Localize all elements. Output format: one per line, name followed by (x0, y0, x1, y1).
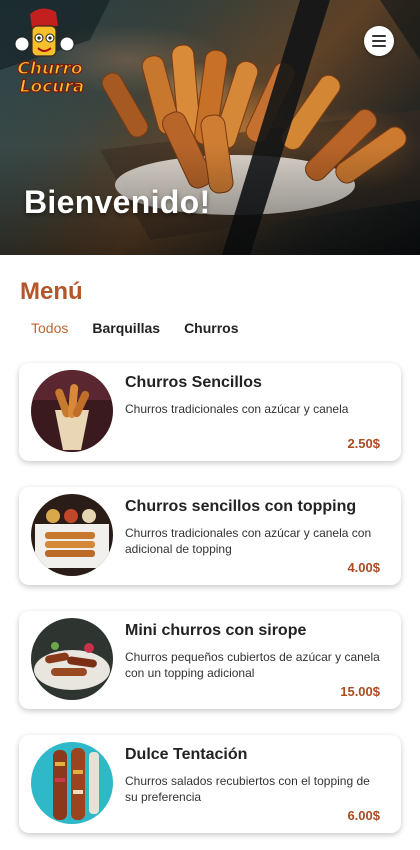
hamburger-menu-icon (372, 35, 386, 37)
product-card[interactable]: Mini churros con sirope Churros pequeños… (19, 611, 401, 709)
product-price: 4.00$ (347, 560, 380, 575)
product-description: Churros pequeños cubiertos de azúcar y c… (125, 650, 380, 680)
product-name: Churros sencillos con topping (125, 498, 357, 515)
welcome-heading: Bienvenido! (24, 184, 211, 220)
product-price: 6.00$ (347, 808, 380, 823)
product-image (31, 742, 113, 824)
product-image (31, 618, 113, 700)
product-name: Dulce Tentación (125, 746, 248, 763)
tab-todos[interactable]: Todos (31, 320, 68, 336)
product-list: Churros Sencillos Churros tradicionales … (19, 363, 401, 850)
product-name: Mini churros con sirope (125, 622, 307, 639)
product-price: 2.50$ (347, 436, 380, 451)
product-description: Churros tradicionales con azúcar y canel… (125, 526, 372, 556)
tab-barquillas[interactable]: Barquillas (92, 320, 160, 336)
product-image (31, 494, 113, 576)
product-price: 15.00$ (340, 684, 380, 699)
logo-text-churro: Churro (17, 59, 82, 79)
category-tabs: Todos Barquillas Churros (31, 320, 263, 336)
product-card[interactable]: Churros sencillos con topping Churros tr… (19, 487, 401, 585)
hamburger-menu-button[interactable] (364, 26, 394, 56)
hero-banner: Churro Locura Bienvenido! (0, 0, 420, 255)
product-card[interactable]: Dulce Tentación Churros salados recubier… (19, 735, 401, 833)
menu-title: Menú (20, 278, 83, 305)
product-description: Churros tradicionales con azúcar y canel… (125, 402, 349, 416)
logo-text-locura: Locura (20, 77, 85, 97)
product-name: Churros Sencillos (125, 374, 262, 391)
product-description: Churros salados recubiertos con el toppi… (125, 774, 370, 804)
tab-churros[interactable]: Churros (184, 320, 238, 336)
churro-locura-logo[interactable]: Churro Locura (2, 4, 98, 100)
product-card[interactable]: Churros Sencillos Churros tradicionales … (19, 363, 401, 461)
product-image (31, 370, 113, 452)
